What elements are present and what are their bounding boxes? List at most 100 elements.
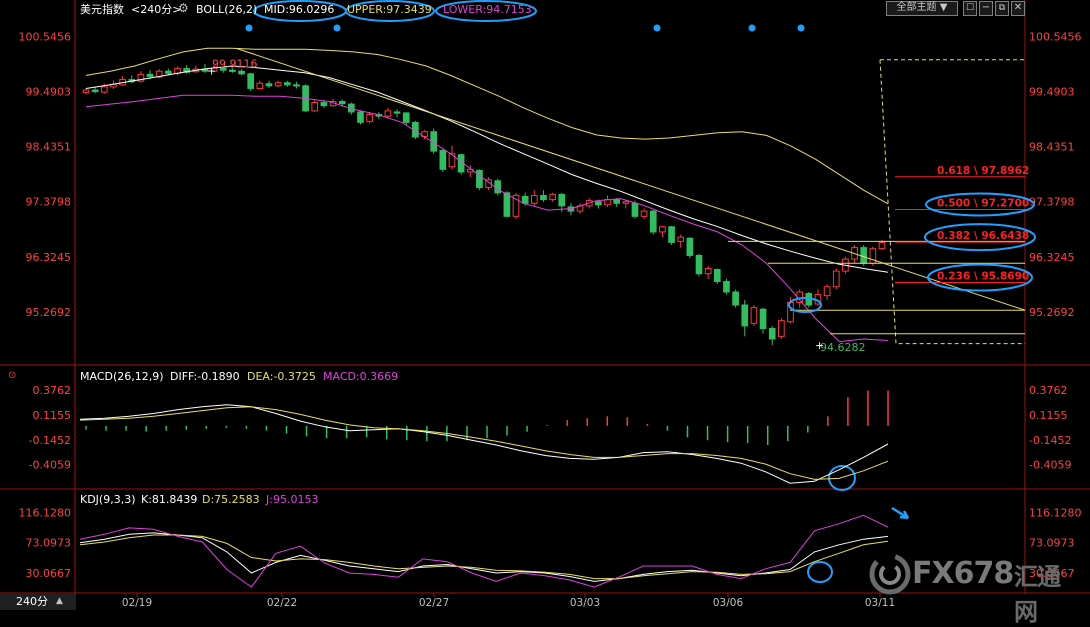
candle-body [549, 193, 556, 201]
kdj-d: D:75.2583 [202, 493, 260, 506]
price-tick-label: 99.4903 [1029, 86, 1075, 99]
candle-body [338, 101, 346, 105]
date-tick-label: 02/19 [122, 597, 152, 609]
period-selector-label: 240分 [16, 595, 48, 608]
candle-body [238, 70, 245, 75]
period-selector[interactable]: 240分 ▲ [0, 594, 76, 610]
candle-body [558, 193, 566, 207]
minus-button[interactable]: − [979, 1, 993, 16]
highlight-ellipse [807, 561, 833, 583]
candle-body [649, 210, 657, 233]
candle-body [595, 201, 602, 206]
candle-body [293, 84, 300, 87]
candle-body [869, 248, 877, 264]
logo-swirl-icon [869, 553, 911, 595]
macd-title: MACD(26,12,9) [80, 370, 164, 383]
fx678-logo: FX678 汇通网 [868, 552, 1080, 626]
price-tick-label: 99.4903 [26, 86, 72, 99]
candle-body [759, 308, 767, 330]
fib-label: 0.236 \ 95.8690 [937, 271, 1029, 283]
candle-body [530, 194, 538, 204]
macd-diff: DIFF:-0.1890 [170, 370, 240, 383]
event-dot [245, 24, 253, 32]
theme-dropdown[interactable]: 全部主题 ▼ [886, 1, 958, 16]
highlight-ellipse [828, 465, 856, 491]
macd-close-icon[interactable]: ⊙ [8, 369, 16, 382]
kdj-j-line [79, 514, 889, 588]
macd-tick-label: 0.3762 [1029, 384, 1068, 397]
candle-body [503, 192, 511, 217]
event-dot [748, 24, 756, 32]
toggle-button[interactable]: ☐ [963, 1, 977, 16]
close-button[interactable]: ✕ [1011, 1, 1025, 16]
candle-body [778, 320, 785, 337]
price-tick-label: 96.3245 [1029, 251, 1075, 264]
macd-tick-label: -0.4059 [29, 459, 71, 472]
candle-body [146, 73, 154, 77]
header-period[interactable]: <240分> [131, 3, 181, 16]
price-tick-label: 96.3245 [26, 251, 72, 264]
candle-body [631, 202, 639, 217]
high-marker: + [207, 64, 216, 77]
header-indicator: BOLL(26,2) [196, 3, 258, 16]
candle-body [82, 89, 90, 94]
macd-tick-label: -0.1452 [29, 434, 71, 447]
restore-icon: ⧉ [998, 3, 1006, 13]
candle-body [91, 89, 99, 93]
fib-label: 0.618 \ 97.8962 [937, 165, 1029, 177]
candle-body [384, 110, 392, 117]
chart-canvas: 100.5456 100.5456 99.4903 99.4903 98.4351 98.… [0, 0, 1090, 609]
header-lower: LOWER:94.7153 [443, 3, 532, 16]
macd-tick-label: -0.1452 [1029, 434, 1071, 447]
candle-body [476, 169, 483, 189]
kdj-tick-label: 30.0667 [26, 567, 72, 580]
candle-body [860, 247, 868, 264]
date-tick-label: 03/06 [713, 597, 744, 609]
macd-dea: DEA:-0.3725 [247, 370, 316, 383]
candle-body [768, 328, 776, 340]
event-dot [653, 24, 661, 32]
candle-body [311, 102, 319, 112]
candle-body [832, 270, 840, 288]
candle-body [622, 201, 630, 204]
header-upper: UPPER:97.3439 [347, 3, 432, 16]
kdj-k-line [79, 532, 889, 582]
candle-body [448, 153, 456, 168]
date-tick-label: 03/11 [865, 597, 895, 609]
candle-body [878, 241, 886, 250]
minus-icon: − [981, 2, 991, 13]
candle-body [283, 82, 291, 86]
candle-body [659, 226, 666, 233]
event-dot [797, 24, 805, 32]
price-tick-label: 98.4351 [1029, 141, 1075, 154]
candle-body [320, 102, 328, 107]
kdj-k: K:81.8439 [141, 493, 198, 506]
candle-body [265, 83, 273, 87]
logo-brand: FX678 [912, 556, 1014, 591]
low-label: 94.6282 [820, 341, 866, 354]
candle-body [100, 86, 108, 93]
candle-body [723, 281, 730, 293]
checkbox-icon: ☐ [965, 3, 975, 13]
candle-body [247, 73, 255, 89]
candle-body [366, 114, 373, 122]
price-tick-label: 98.4351 [26, 141, 72, 154]
candle-body [704, 268, 712, 275]
date-tick-label: 03/03 [570, 597, 600, 609]
candle-body [668, 226, 675, 243]
candle-body [677, 236, 685, 242]
kdj-tick-label: 116.1280 [19, 506, 72, 519]
kdj-tick-label: 73.0973 [1029, 537, 1075, 550]
candle-body [540, 194, 547, 201]
candle-body [439, 150, 447, 170]
candle-body [521, 195, 529, 204]
trendline [235, 47, 1026, 311]
kdj-tick-label: 116.1280 [1029, 506, 1082, 519]
settings-icon[interactable]: ⚙ [178, 2, 189, 15]
candle-body [750, 307, 758, 324]
macd-tick-label: 0.1155 [1029, 409, 1068, 422]
restore-button[interactable]: ⧉ [995, 1, 1009, 16]
date-tick-label: 02/22 [267, 597, 297, 609]
low-marker: + [815, 339, 824, 352]
fib-label: 0.382 \ 96.6438 [937, 230, 1029, 242]
